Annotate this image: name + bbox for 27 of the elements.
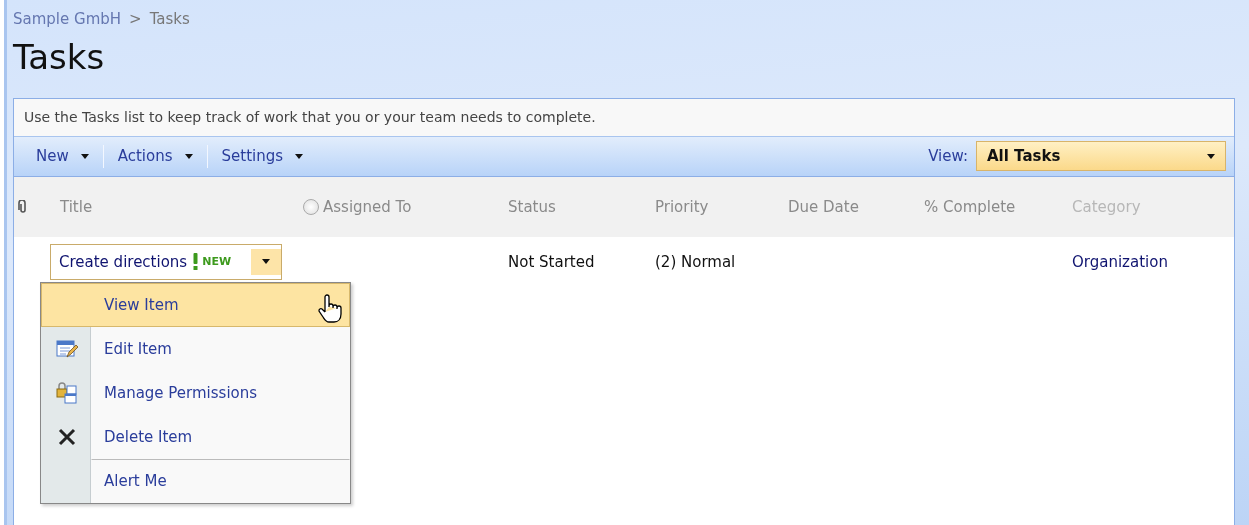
table-cell: Not Started [508,252,595,271]
breadcrumb-separator: > [129,9,142,30]
table-cell: (2) Normal [655,252,736,271]
table-cell: Organization [1072,252,1168,271]
menu-item[interactable]: Delete Item [41,415,350,459]
menu-item[interactable]: Edit Item [41,327,350,371]
delete-icon [58,428,76,446]
hand-cursor-icon [317,294,343,326]
new-label: NEW [202,253,232,270]
menu-item[interactable]: View Item [41,283,350,327]
view-label: View: [928,146,968,168]
menu-item[interactable]: Alert Me [91,459,350,503]
attachment-icon [18,197,28,216]
toolbar-menu[interactable]: New [22,145,104,168]
edit-icon [56,339,78,359]
toolbar-menu[interactable]: Settings [207,145,318,168]
lock-document-icon [56,382,78,404]
menu-item[interactable]: Manage Permissions [41,371,350,415]
page-title: Tasks [13,38,106,76]
view-dropdown[interactable]: All Tasks [976,141,1226,172]
toolbar-menu[interactable]: Actions [103,145,208,168]
new-marker-icon [193,253,199,271]
item-title[interactable]: Create directions [59,250,188,274]
breadcrumb-link[interactable]: Tasks [149,8,190,31]
title-dropdown[interactable]: Create directions NEW [50,243,283,280]
presence-icon [303,198,319,215]
list-description: Use the Tasks list to keep track of work that you or your team needs to complete. [14,98,1234,137]
